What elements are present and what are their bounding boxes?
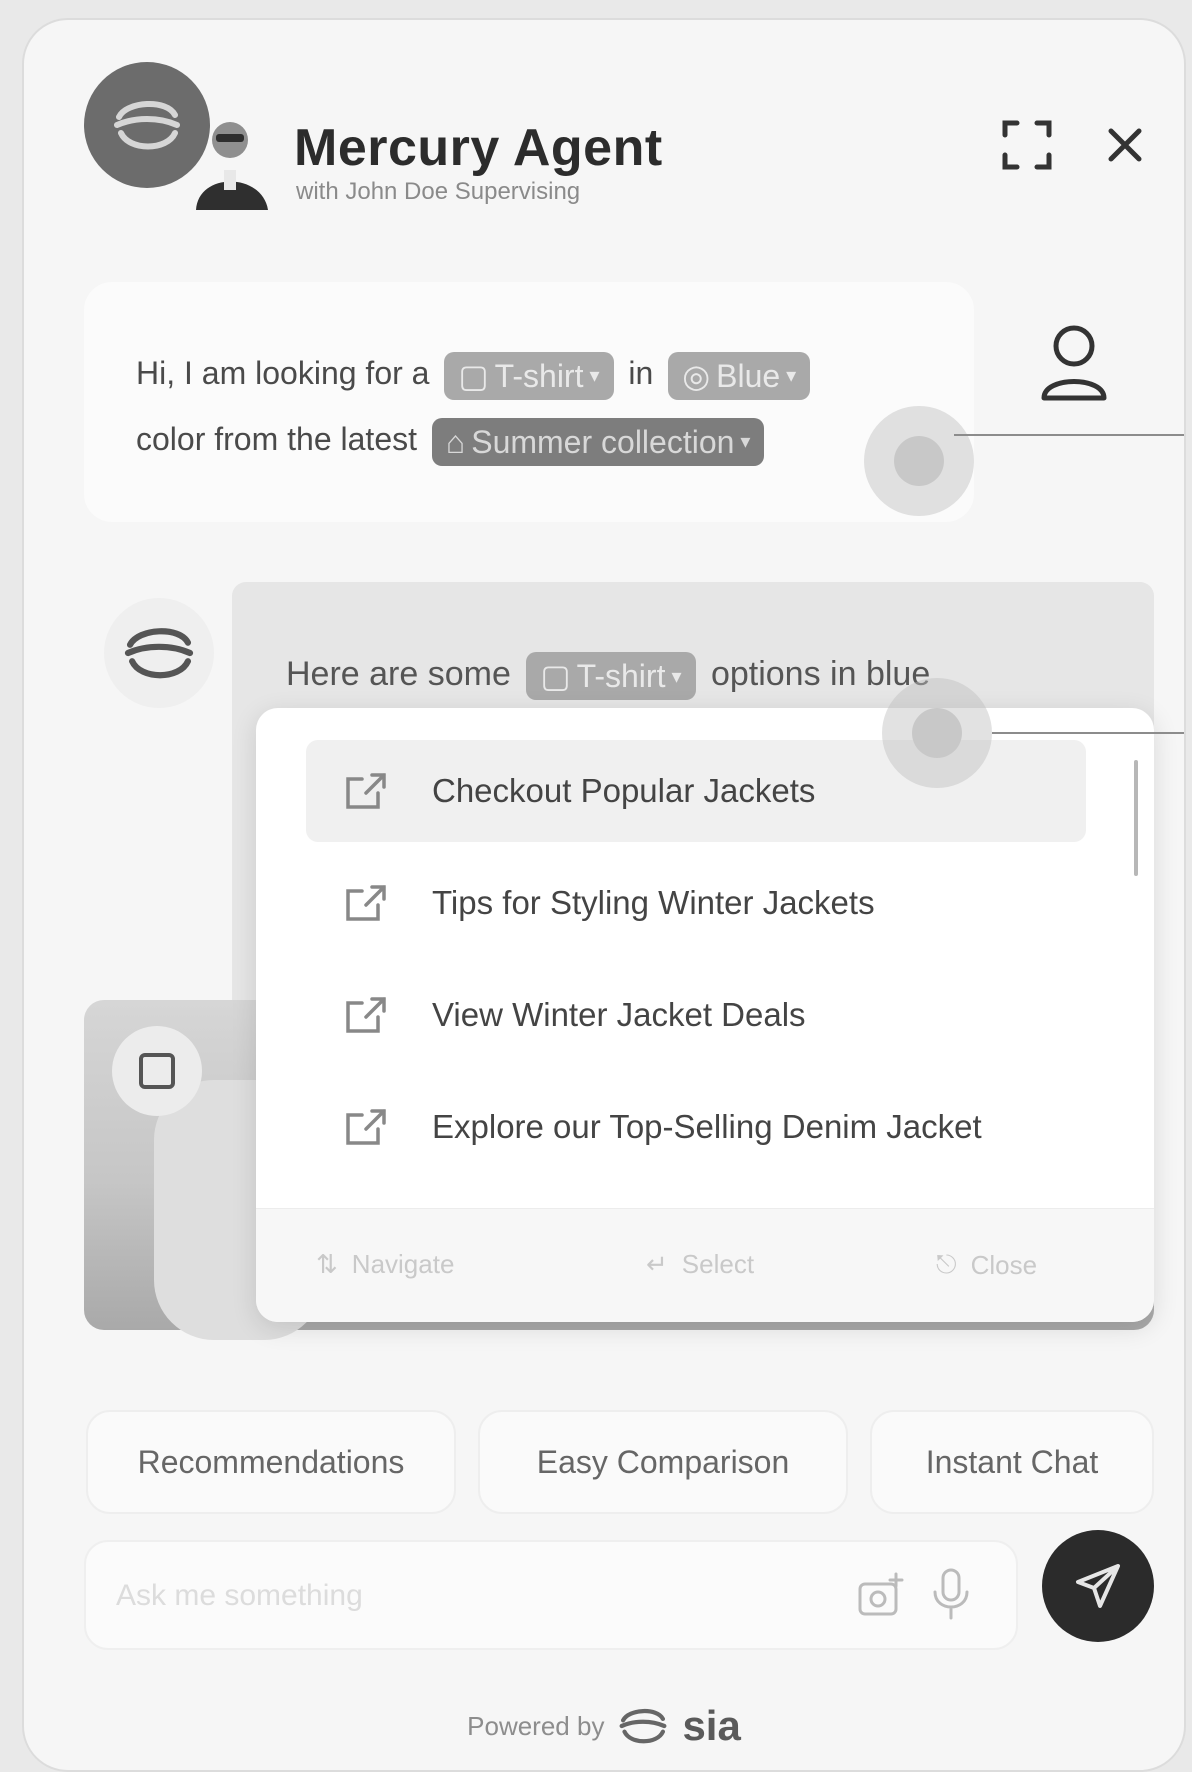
dropdown-item-styling-tips[interactable]: Tips for Styling Winter Jackets: [306, 852, 1086, 954]
chat-header: Mercury Agent with John Doe Supervising: [24, 20, 1184, 220]
message-input-container: [84, 1540, 1018, 1650]
agent-text-part2: options in blue: [710, 654, 931, 693]
brand-name: sia: [682, 1702, 741, 1749]
esc-key-icon: ⎋: [936, 1249, 957, 1279]
dropdown-item-label: Checkout Popular Jackets: [432, 772, 816, 809]
user-text-part2: in: [628, 355, 654, 391]
chevron-down-icon: ▾: [671, 665, 682, 688]
user-icon: [1041, 325, 1107, 401]
dropdown-item-label: Tips for Styling Winter Jackets: [432, 884, 875, 921]
hint-navigate-label: Navigate: [351, 1249, 455, 1279]
powered-by-footer: Powered by sia: [24, 1702, 1184, 1750]
chip-product[interactable]: ▢ T-shirt ▾: [444, 351, 614, 400]
external-link-icon: [344, 995, 404, 1035]
expand-icon: [1002, 120, 1052, 170]
agent-message-text: Here are some ▢ T-shirt ▾ options in blu…: [286, 652, 930, 700]
supervisor-avatar: [190, 100, 274, 210]
dropdown-item-jacket-deals[interactable]: View Winter Jacket Deals: [306, 964, 1086, 1066]
suggestions-dropdown: Checkout Popular Jackets Tips for Stylin…: [256, 708, 1154, 1322]
tag-icon: ▢: [540, 658, 571, 694]
camera-upload-button[interactable]: [856, 1570, 906, 1625]
dropdown-scrollbar[interactable]: [1134, 760, 1138, 876]
chevron-down-icon: ▾: [786, 364, 797, 387]
user-avatar: [1034, 320, 1114, 410]
chip-collection[interactable]: ⌂ Summer collection ▾: [431, 417, 765, 466]
chip-product-label: T-shirt: [494, 357, 584, 394]
external-link-icon: [344, 883, 404, 923]
quick-action-easy-comparison[interactable]: Easy Comparison: [478, 1410, 848, 1514]
dropdown-item-label: View Winter Jacket Deals: [432, 996, 806, 1033]
expand-button[interactable]: [994, 112, 1060, 178]
hint-close-label: Close: [970, 1249, 1038, 1280]
close-icon: [1108, 128, 1142, 162]
dropdown-keyboard-hints: ⇅ Navigate ↵ Select ⎋ Close: [256, 1208, 1154, 1322]
agent-avatar-small: [104, 598, 214, 708]
hint-select-label: Select: [681, 1249, 755, 1279]
palette-icon: ◎: [682, 357, 711, 394]
user-message-text: Hi, I am looking for a ▢ T-shirt ▾ in ◎ …: [136, 340, 956, 472]
chevron-down-icon: ▾: [740, 430, 751, 453]
brand-logo-icon: [620, 1708, 667, 1744]
user-message-bubble: Hi, I am looking for a ▢ T-shirt ▾ in ◎ …: [84, 282, 974, 522]
touch-dot: [894, 436, 944, 486]
microphone-icon: [933, 1568, 969, 1620]
agent-chip-product[interactable]: ▢ T-shirt ▾: [526, 652, 696, 700]
external-link-icon: [344, 1107, 404, 1147]
quick-action-label: Recommendations: [137, 1443, 405, 1480]
agent-logo-icon: [114, 100, 180, 150]
quick-action-recommendations[interactable]: Recommendations: [86, 1410, 456, 1514]
agent-subtitle: with John Doe Supervising: [296, 178, 581, 205]
chat-widget: Mercury Agent with John Doe Supervising …: [22, 18, 1186, 1772]
chevron-down-icon: ▾: [589, 364, 600, 387]
chip-color-label: Blue: [716, 357, 781, 394]
tag-icon: ▢: [458, 357, 489, 394]
agent-logo-icon: [124, 628, 194, 679]
chip-collection-label: Summer collection: [471, 423, 735, 460]
close-button[interactable]: [1092, 112, 1158, 178]
checkbox-icon: [139, 1053, 175, 1089]
user-text-part1: Hi, I am looking for a: [136, 355, 430, 391]
arrows-icon: ⇅: [316, 1249, 338, 1279]
hint-select: ↵ Select: [646, 1249, 754, 1280]
quick-action-label: Instant Chat: [925, 1443, 1099, 1480]
send-button[interactable]: [1042, 1530, 1154, 1642]
hint-close: ⎋ Close: [936, 1249, 1037, 1281]
chip-color[interactable]: ◎ Blue ▾: [668, 351, 811, 400]
send-icon: [1076, 1564, 1120, 1608]
select-product-button[interactable]: [112, 1026, 202, 1116]
message-input[interactable]: [114, 1572, 818, 1620]
touch-indicator: [864, 406, 974, 516]
user-text-part3: color from the latest: [136, 421, 417, 457]
agent-title: Mercury Agent: [294, 119, 663, 177]
quick-action-label: Easy Comparison: [536, 1443, 790, 1480]
external-link-icon: [344, 771, 404, 811]
hint-navigate: ⇅ Navigate: [316, 1249, 454, 1280]
enter-icon: ↵: [646, 1249, 668, 1279]
touch-indicator: [882, 678, 992, 788]
microphone-button[interactable]: [931, 1566, 971, 1627]
touch-dot: [912, 708, 962, 758]
agent-chip-label: T-shirt: [576, 657, 666, 694]
powered-by-label: Powered by: [467, 1710, 605, 1741]
camera-upload-icon: [858, 1572, 904, 1616]
collection-icon: ⌂: [445, 423, 466, 460]
agent-text-part1: Here are some: [286, 654, 511, 693]
callout-line: [954, 434, 1184, 436]
dropdown-item-denim-jacket[interactable]: Explore our Top-Selling Denim Jacket: [306, 1076, 1086, 1178]
quick-action-instant-chat[interactable]: Instant Chat: [870, 1410, 1154, 1514]
callout-line: [992, 732, 1184, 734]
dropdown-item-label: Explore our Top-Selling Denim Jacket: [432, 1108, 982, 1145]
